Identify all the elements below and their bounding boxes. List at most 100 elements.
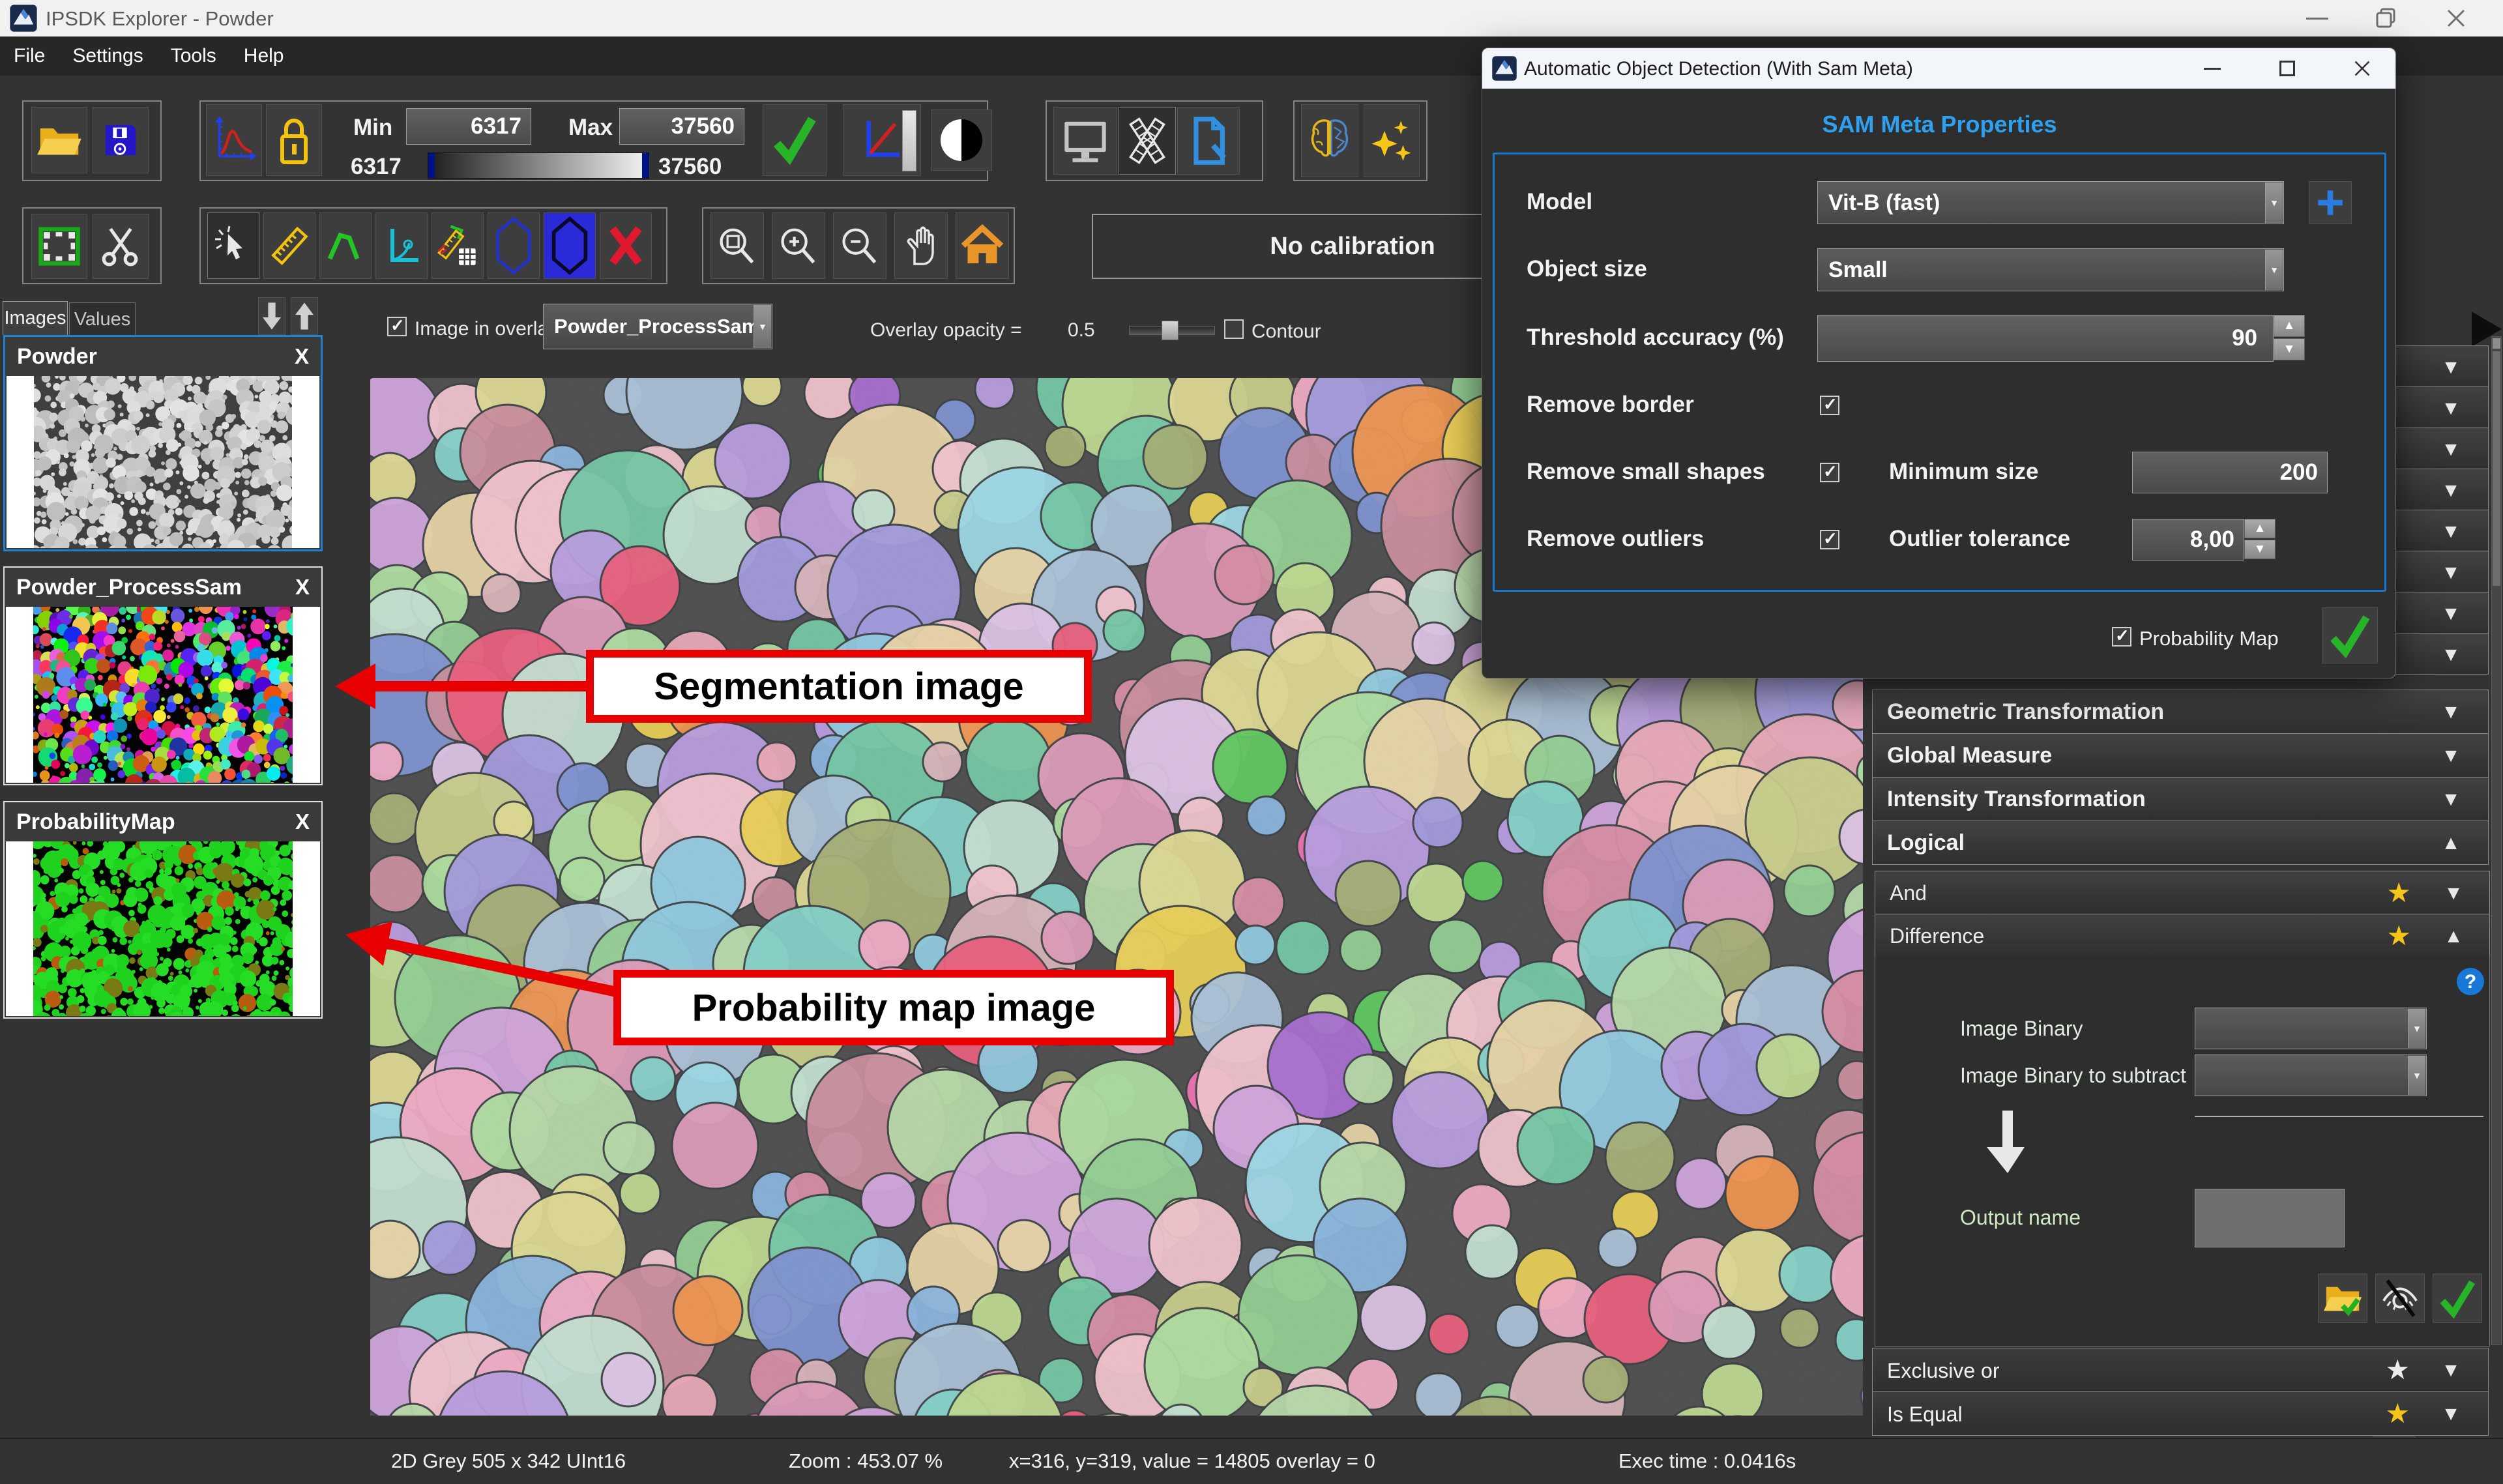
remove-outliers-checkbox[interactable]: [1820, 530, 1839, 549]
polygon-roi-button[interactable]: [488, 212, 540, 279]
app-restore-button[interactable]: [2356, 0, 2415, 36]
menu-tools[interactable]: Tools: [157, 45, 230, 67]
favorite-star-icon[interactable]: ★: [2385, 1400, 2410, 1427]
spin-up-icon[interactable]: ▲: [2274, 315, 2305, 337]
favorite-star-icon[interactable]: ★: [2386, 879, 2411, 907]
menu-settings[interactable]: Settings: [59, 45, 156, 67]
apply-range-button[interactable]: [763, 104, 827, 176]
lut-curve-button[interactable]: [843, 104, 921, 176]
thumbnail-panel-processsam[interactable]: Powder_ProcessSam X: [3, 566, 323, 785]
collapse-icon[interactable]: ▼: [2441, 789, 2461, 811]
probabilitymap-thumbnail-image[interactable]: [33, 841, 293, 1016]
zoom-out-button[interactable]: [833, 212, 886, 279]
threshold-spinner[interactable]: ▲ ▼: [2274, 315, 2305, 360]
sidebar-section-intensity-transformation[interactable]: Intensity Transformation ▼: [1872, 777, 2489, 821]
load-params-button[interactable]: [2318, 1273, 2367, 1323]
dropdown-arrow-icon[interactable]: ▾: [754, 305, 771, 348]
menu-help[interactable]: Help: [230, 45, 298, 67]
invert-contrast-button[interactable]: [931, 109, 992, 171]
pointer-tool-button[interactable]: [207, 212, 259, 279]
polyline-tool-button[interactable]: [319, 212, 372, 279]
probability-map-checkbox[interactable]: [2112, 627, 2131, 647]
spin-up-icon[interactable]: ▲: [2244, 519, 2276, 538]
save-button[interactable]: [93, 107, 149, 173]
polygon-roi-filled-button[interactable]: [544, 212, 596, 279]
expand-icon[interactable]: ▲: [2441, 832, 2461, 854]
delete-roi-button[interactable]: [600, 212, 652, 279]
model-select[interactable]: Vit-B (fast) ▾: [1817, 181, 2284, 224]
app-close-button[interactable]: [2425, 0, 2487, 36]
opacity-slider-handle[interactable]: [1162, 321, 1178, 340]
outlier-tolerance-field[interactable]: 8,00: [2132, 519, 2244, 560]
preview-toggle-button[interactable]: [2375, 1273, 2425, 1323]
menu-file[interactable]: File: [0, 45, 59, 67]
measure-table-tool-button[interactable]: [432, 212, 484, 279]
collapse-icon[interactable]: ▼: [2444, 882, 2463, 905]
contour-checkbox[interactable]: [1224, 319, 1244, 339]
expand-icon[interactable]: ▲: [2444, 925, 2463, 948]
help-button[interactable]: ?: [2455, 966, 2486, 997]
min-value-field[interactable]: 6317: [406, 108, 531, 145]
close-thumbnail-button[interactable]: X: [295, 809, 310, 834]
overlay-image-select[interactable]: Powder_ProcessSam ▾: [543, 304, 772, 349]
minimum-size-field[interactable]: 200: [2132, 452, 2328, 493]
export-view-button[interactable]: [1177, 107, 1240, 175]
remove-border-checkbox[interactable]: [1820, 396, 1839, 415]
favorite-star-icon[interactable]: ★: [2385, 1356, 2410, 1384]
spin-down-icon[interactable]: ▼: [2274, 338, 2305, 360]
move-image-up-button[interactable]: [291, 297, 318, 335]
add-model-button[interactable]: [2309, 181, 2352, 224]
lut-gradient-bar[interactable]: [428, 153, 649, 179]
dropdown-arrow-icon[interactable]: ▾: [2265, 250, 2283, 290]
remove-small-shapes-checkbox[interactable]: [1820, 463, 1839, 482]
output-name-input[interactable]: [2195, 1189, 2345, 1247]
dropdown-arrow-icon[interactable]: ▾: [2408, 1009, 2425, 1048]
open-file-button[interactable]: [31, 107, 87, 173]
threshold-accuracy-field[interactable]: 90: [1817, 315, 2274, 362]
scrollbar-top-button[interactable]: [2493, 338, 2500, 349]
dialog-minimize-button[interactable]: [2186, 48, 2238, 89]
dropdown-arrow-icon[interactable]: ▾: [2265, 182, 2283, 223]
max-value-field[interactable]: 37560: [619, 108, 744, 145]
powder-thumbnail-image[interactable]: [34, 376, 292, 548]
pan-button[interactable]: [894, 212, 948, 279]
sidebar-item-and[interactable]: And ★ ▼: [1875, 871, 2490, 914]
fit-view-button[interactable]: [956, 212, 1009, 279]
thumbnail-panel-probabilitymap[interactable]: ProbabilityMap X: [3, 801, 323, 1019]
close-thumbnail-button[interactable]: X: [295, 344, 309, 369]
outlier-spinner[interactable]: ▲ ▼: [2244, 519, 2276, 559]
object-size-select[interactable]: Small ▾: [1817, 248, 2284, 291]
sidebar-section-global-measure[interactable]: Global Measure ▼: [1872, 733, 2489, 778]
tab-values[interactable]: Values: [69, 302, 136, 336]
crossed-rulers-button[interactable]: [1119, 107, 1176, 175]
image-binary-subtract-select[interactable]: ▾: [2195, 1055, 2427, 1096]
select-region-button[interactable]: [31, 214, 87, 279]
dialog-titlebar[interactable]: Automatic Object Detection (With Sam Met…: [1482, 48, 2395, 89]
ai-magic-button[interactable]: [1364, 104, 1420, 177]
lut-scrollbar[interactable]: [902, 110, 916, 171]
collapse-icon[interactable]: ▼: [2441, 1360, 2461, 1382]
histogram-button[interactable]: [206, 104, 262, 176]
sidebar-scrollbar[interactable]: [2491, 336, 2502, 1345]
dialog-run-button[interactable]: [2322, 607, 2378, 663]
angle-tool-button[interactable]: [375, 212, 428, 279]
scrollbar-thumb[interactable]: [2493, 351, 2500, 586]
image-binary-select[interactable]: ▾: [2195, 1008, 2427, 1049]
image-in-overlay-checkbox[interactable]: [387, 317, 407, 336]
dialog-maximize-button[interactable]: [2261, 48, 2313, 89]
sidebar-item-difference[interactable]: Difference ★ ▲: [1875, 914, 2490, 957]
collapse-icon[interactable]: ▼: [2441, 701, 2461, 723]
move-image-down-button[interactable]: [258, 297, 285, 335]
sidebar-section-logical[interactable]: Logical ▲: [1872, 821, 2489, 865]
dropdown-arrow-icon[interactable]: ▾: [2408, 1056, 2425, 1095]
dialog-close-button[interactable]: [2336, 48, 2388, 89]
sidebar-section-geometric-transformation[interactable]: Geometric Transformation ▼: [1872, 690, 2489, 734]
sidebar-item-exclusive-or[interactable]: Exclusive or ★ ▼: [1872, 1348, 2489, 1392]
spin-down-icon[interactable]: ▼: [2244, 540, 2276, 559]
lock-range-button[interactable]: [266, 104, 322, 176]
zoom-region-button[interactable]: [710, 212, 764, 279]
screen-button[interactable]: [1053, 107, 1117, 175]
favorite-star-icon[interactable]: ★: [2386, 922, 2411, 950]
ruler-tool-button[interactable]: [263, 212, 315, 279]
collapse-icon[interactable]: ▼: [2441, 745, 2461, 767]
